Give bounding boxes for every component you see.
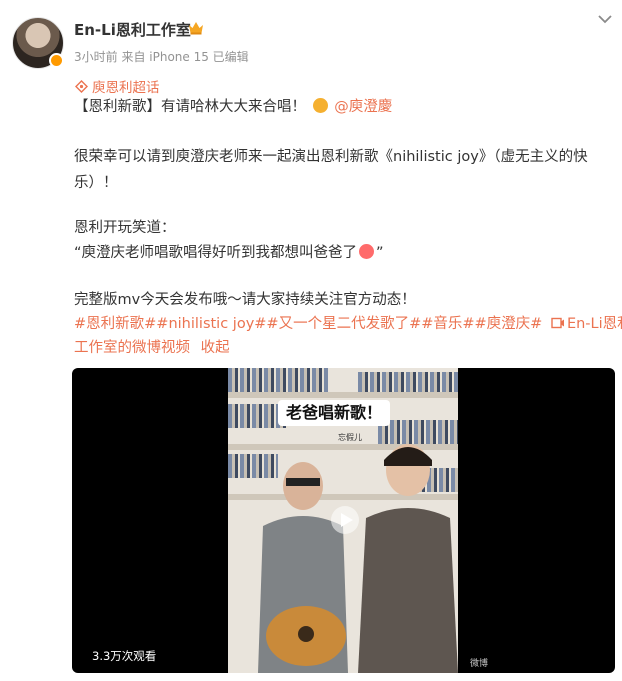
hashtags[interactable]: #恩利新歌##nihilistic joy##又一个星二代发歌了##音乐##庾澄…: [74, 316, 542, 332]
chevron-down-icon[interactable]: [597, 13, 613, 25]
crown-icon: [189, 22, 203, 35]
mention-link[interactable]: @庾澄慶: [334, 99, 392, 115]
hashtag-line-1: #恩利新歌##nihilistic joy##又一个星二代发歌了##音乐##庾澄…: [74, 314, 622, 334]
bookshelf: [228, 368, 328, 392]
video-link-a[interactable]: En-Li恩利: [567, 316, 622, 332]
singer-figure: [358, 444, 458, 673]
video-small-tag: 忘假儿: [338, 433, 362, 442]
video-link-b[interactable]: 工作室的微博视频: [74, 340, 190, 356]
super-topic-link[interactable]: 庾恩利超话: [75, 76, 160, 96]
supertopic-icon: [75, 79, 88, 93]
quote-text: “庾澄庆老师唱歌唱得好听到我都想叫爸爸了: [74, 245, 358, 261]
post-text-line-6: 完整版mv今天会发布哦～请大家持续关注官方动态！: [74, 292, 416, 308]
singer-figure: [258, 462, 348, 673]
tongue-emoji-icon: [359, 244, 375, 259]
post-meta: 3小时前 来自 iPhone 15 已编辑: [74, 50, 249, 64]
hashtag-line-2: 工作室的微博视频 收起: [74, 338, 230, 358]
watermark: 微博: [470, 659, 489, 669]
post-text-line-2: 很荣幸可以请到庾澄庆老师来一起演出恩利新歌《nihilistic joy》（虚无…: [74, 149, 588, 165]
video-caption: 老爸唱新歌！: [278, 400, 390, 426]
play-icon[interactable]: [330, 505, 360, 535]
quote-close: ”: [376, 245, 384, 261]
video-link-icon: [551, 317, 564, 329]
shelf: [228, 392, 458, 398]
weibo-post-card: En-Li恩利工作室 3小时前 来自 iPhone 15 已编辑 庾恩利超话 【…: [0, 0, 622, 681]
collapse-link[interactable]: 收起: [201, 340, 230, 356]
emoji-icon: [312, 98, 328, 113]
post-text-line-3: 乐）！: [74, 175, 118, 191]
view-count: 3.3万次观看: [92, 649, 157, 663]
video-player[interactable]: 老爸唱新歌！ 忘假儿 3.3万次观看: [72, 368, 615, 673]
post-text-line-4: 恩利开玩笑道：: [74, 220, 176, 236]
verified-badge-icon: [49, 53, 64, 68]
headline-text: 【恩利新歌】有请哈林大大来合唱！: [74, 99, 306, 115]
super-topic-label: 庾恩利超话: [92, 80, 160, 96]
post-text-line-5: “庾澄庆老师唱歌唱得好听到我都想叫爸爸了 ”: [74, 243, 384, 263]
post-text-line-1: 【恩利新歌】有请哈林大大来合唱！ @庾澄慶: [74, 97, 392, 117]
author-name[interactable]: En-Li恩利工作室: [74, 19, 191, 40]
